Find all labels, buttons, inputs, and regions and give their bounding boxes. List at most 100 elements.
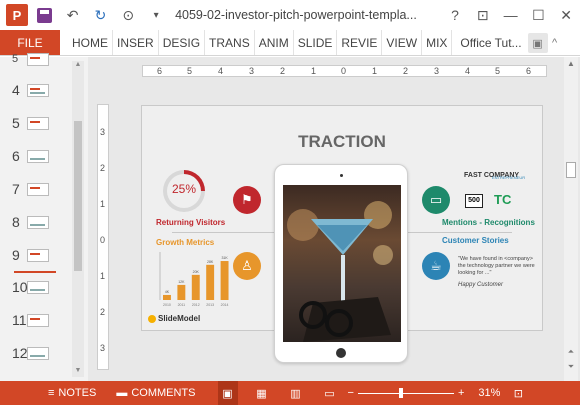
fit-to-window-button[interactable]: ⊡ (508, 381, 528, 405)
maximize-button[interactable]: ☐ (524, 4, 552, 26)
tab-slideshow[interactable]: SLIDE (294, 30, 338, 55)
undo-button[interactable]: ↶ (62, 4, 84, 26)
previous-slide-icon[interactable]: ⏶ (564, 347, 578, 357)
slide-thumbnail[interactable] (27, 84, 49, 97)
user-icon: ▣ (532, 37, 543, 50)
slide-thumbnail[interactable] (27, 281, 49, 294)
ruler-label: 0 (341, 66, 347, 76)
slide-sorter-button[interactable]: ▦ (252, 381, 272, 405)
zoom-slider-knob[interactable] (398, 388, 403, 398)
scrollbar-thumb[interactable] (566, 162, 576, 178)
ruler-label: 5 (187, 66, 193, 76)
ruler-label: 3 (100, 343, 106, 353)
notes-label: NOTES (58, 387, 97, 399)
slide-thumbnail-pane[interactable]: 5 4 5 6 7 8 9 10 11 12 ▲ ▼ (0, 53, 88, 381)
cocktail-photo (287, 201, 393, 342)
tab-review[interactable]: REVIE (337, 30, 383, 55)
scroll-up-icon[interactable]: ▲ (72, 61, 84, 71)
slideshow-view-button[interactable]: ▭ (320, 381, 340, 405)
zoom-slider[interactable] (357, 381, 454, 405)
scrollbar-thumb[interactable] (74, 121, 82, 271)
growth-metrics-chart: 4K 2010 12K 2011 20K 2012 28K 2013 31K 2014 (156, 248, 236, 312)
tab-mix[interactable]: MIX (422, 30, 453, 55)
normal-view-button[interactable]: ▣ (217, 381, 238, 405)
customize-quick-access-button[interactable]: ▾ (145, 4, 167, 26)
slide-number: 7 (12, 181, 20, 197)
ribbon-display-options-button[interactable]: ⊡ (469, 4, 497, 26)
slide-number: 9 (12, 247, 20, 263)
slide-insert-marker (14, 271, 56, 273)
slidemodel-logo-icon (148, 314, 156, 323)
mentions-label: Mentions - Recognitions (442, 218, 535, 227)
redo-button[interactable]: ↻ (90, 4, 112, 26)
tab-file[interactable]: FILE (0, 30, 60, 55)
chart-bar (163, 294, 171, 300)
slide-number: 12 (12, 345, 28, 361)
zoom-out-button[interactable]: − (348, 381, 354, 405)
slide-canvas[interactable]: TRACTION 25% Returning Visitors ⚑ ♙ ▭ ☕ … (141, 105, 543, 363)
slide-title[interactable]: TRACTION (292, 132, 392, 152)
chart-bar (191, 274, 200, 300)
notes-button[interactable]: ≡ NOTES (48, 381, 96, 405)
title-bar: P ↶ ↻ ⊙ ▾ 4059-02-investor-pitch-powerpo… (0, 0, 580, 30)
slide-thumbnail[interactable] (27, 249, 49, 262)
comments-button[interactable]: ▬ COMMENTS (116, 381, 195, 405)
slide-number: 11 (12, 312, 27, 328)
ruler-label: 2 (280, 66, 286, 76)
slide-number: 5 (12, 115, 20, 131)
reading-view-button[interactable]: ▥ (286, 381, 306, 405)
comments-label: COMMENTS (131, 387, 196, 399)
chart-tick-label: 2011 (178, 303, 186, 307)
slide-thumbnail[interactable] (27, 117, 49, 130)
slideshow-button[interactable]: ⊙ (117, 4, 139, 26)
help-button[interactable]: ? (441, 4, 469, 26)
slide-thumbnail[interactable] (27, 53, 49, 66)
slide-scrollbar[interactable]: ▲ ⏶ ⏷ (564, 57, 578, 381)
returning-visitors-label: Returning Visitors (156, 218, 226, 227)
slide-number: 5 (12, 53, 19, 65)
tab-transitions[interactable]: TRANS (205, 30, 255, 55)
ruler-label: 2 (100, 307, 106, 317)
tab-home[interactable]: HOME (68, 30, 113, 55)
zoom-in-button[interactable]: + (458, 381, 464, 405)
tab-design[interactable]: DESIG (159, 30, 206, 55)
team-icon: ♙ (233, 252, 261, 280)
slidemodel-logo-text: SlideModel (158, 314, 201, 323)
ruler-label: 3 (249, 66, 255, 76)
ruler-label: 5 (495, 66, 501, 76)
ruler-label: 4 (465, 66, 471, 76)
slide-thumbnail[interactable] (27, 347, 49, 360)
collapse-ribbon-button[interactable]: ^ (548, 30, 562, 55)
slide-thumbnail[interactable] (27, 183, 49, 196)
slide-thumbnail[interactable] (27, 314, 49, 327)
ruler-label: 0 (100, 235, 106, 245)
slidemodel-logo: SlideModel (148, 314, 200, 323)
ruler-label: 2 (403, 66, 409, 76)
slide-number: 8 (12, 214, 20, 230)
scroll-down-icon[interactable]: ▼ (72, 367, 84, 377)
minimize-button[interactable]: — (497, 4, 525, 26)
fit-window-icon: ⊡ (513, 387, 524, 400)
slide-thumbnail[interactable] (27, 150, 49, 163)
tab-insert[interactable]: INSER (113, 30, 159, 55)
tablet-screen-photo (283, 185, 401, 342)
slide-thumbnail[interactable] (27, 216, 49, 229)
close-button[interactable]: ✕ (552, 4, 580, 26)
status-bar: ≡ NOTES ▬ COMMENTS ▣ ▦ ▥ ▭ − + 31% ⊡ (0, 381, 580, 405)
tablet-home-button (336, 348, 346, 358)
chart-tick-label: 2014 (221, 303, 229, 307)
tab-animations[interactable]: ANIM (255, 30, 294, 55)
avatar[interactable]: ▣ (527, 33, 548, 53)
powerpoint-window: P ↶ ↻ ⊙ ▾ 4059-02-investor-pitch-powerpo… (0, 0, 580, 405)
chevron-down-icon: ▾ (153, 9, 159, 21)
scroll-up-icon[interactable]: ▲ (564, 59, 578, 68)
next-slide-icon[interactable]: ⏷ (564, 362, 578, 372)
normal-view-icon: ▣ (222, 387, 233, 400)
powerpoint-logo-icon: P (6, 4, 28, 26)
zoom-level[interactable]: 31% (478, 381, 500, 405)
save-button[interactable] (34, 4, 56, 26)
thumbnail-scrollbar[interactable]: ▲ ▼ (72, 61, 84, 377)
slide-number: 6 (12, 148, 20, 164)
tab-view[interactable]: VIEW (382, 30, 423, 55)
account-name[interactable]: Office Tut... (460, 30, 521, 55)
